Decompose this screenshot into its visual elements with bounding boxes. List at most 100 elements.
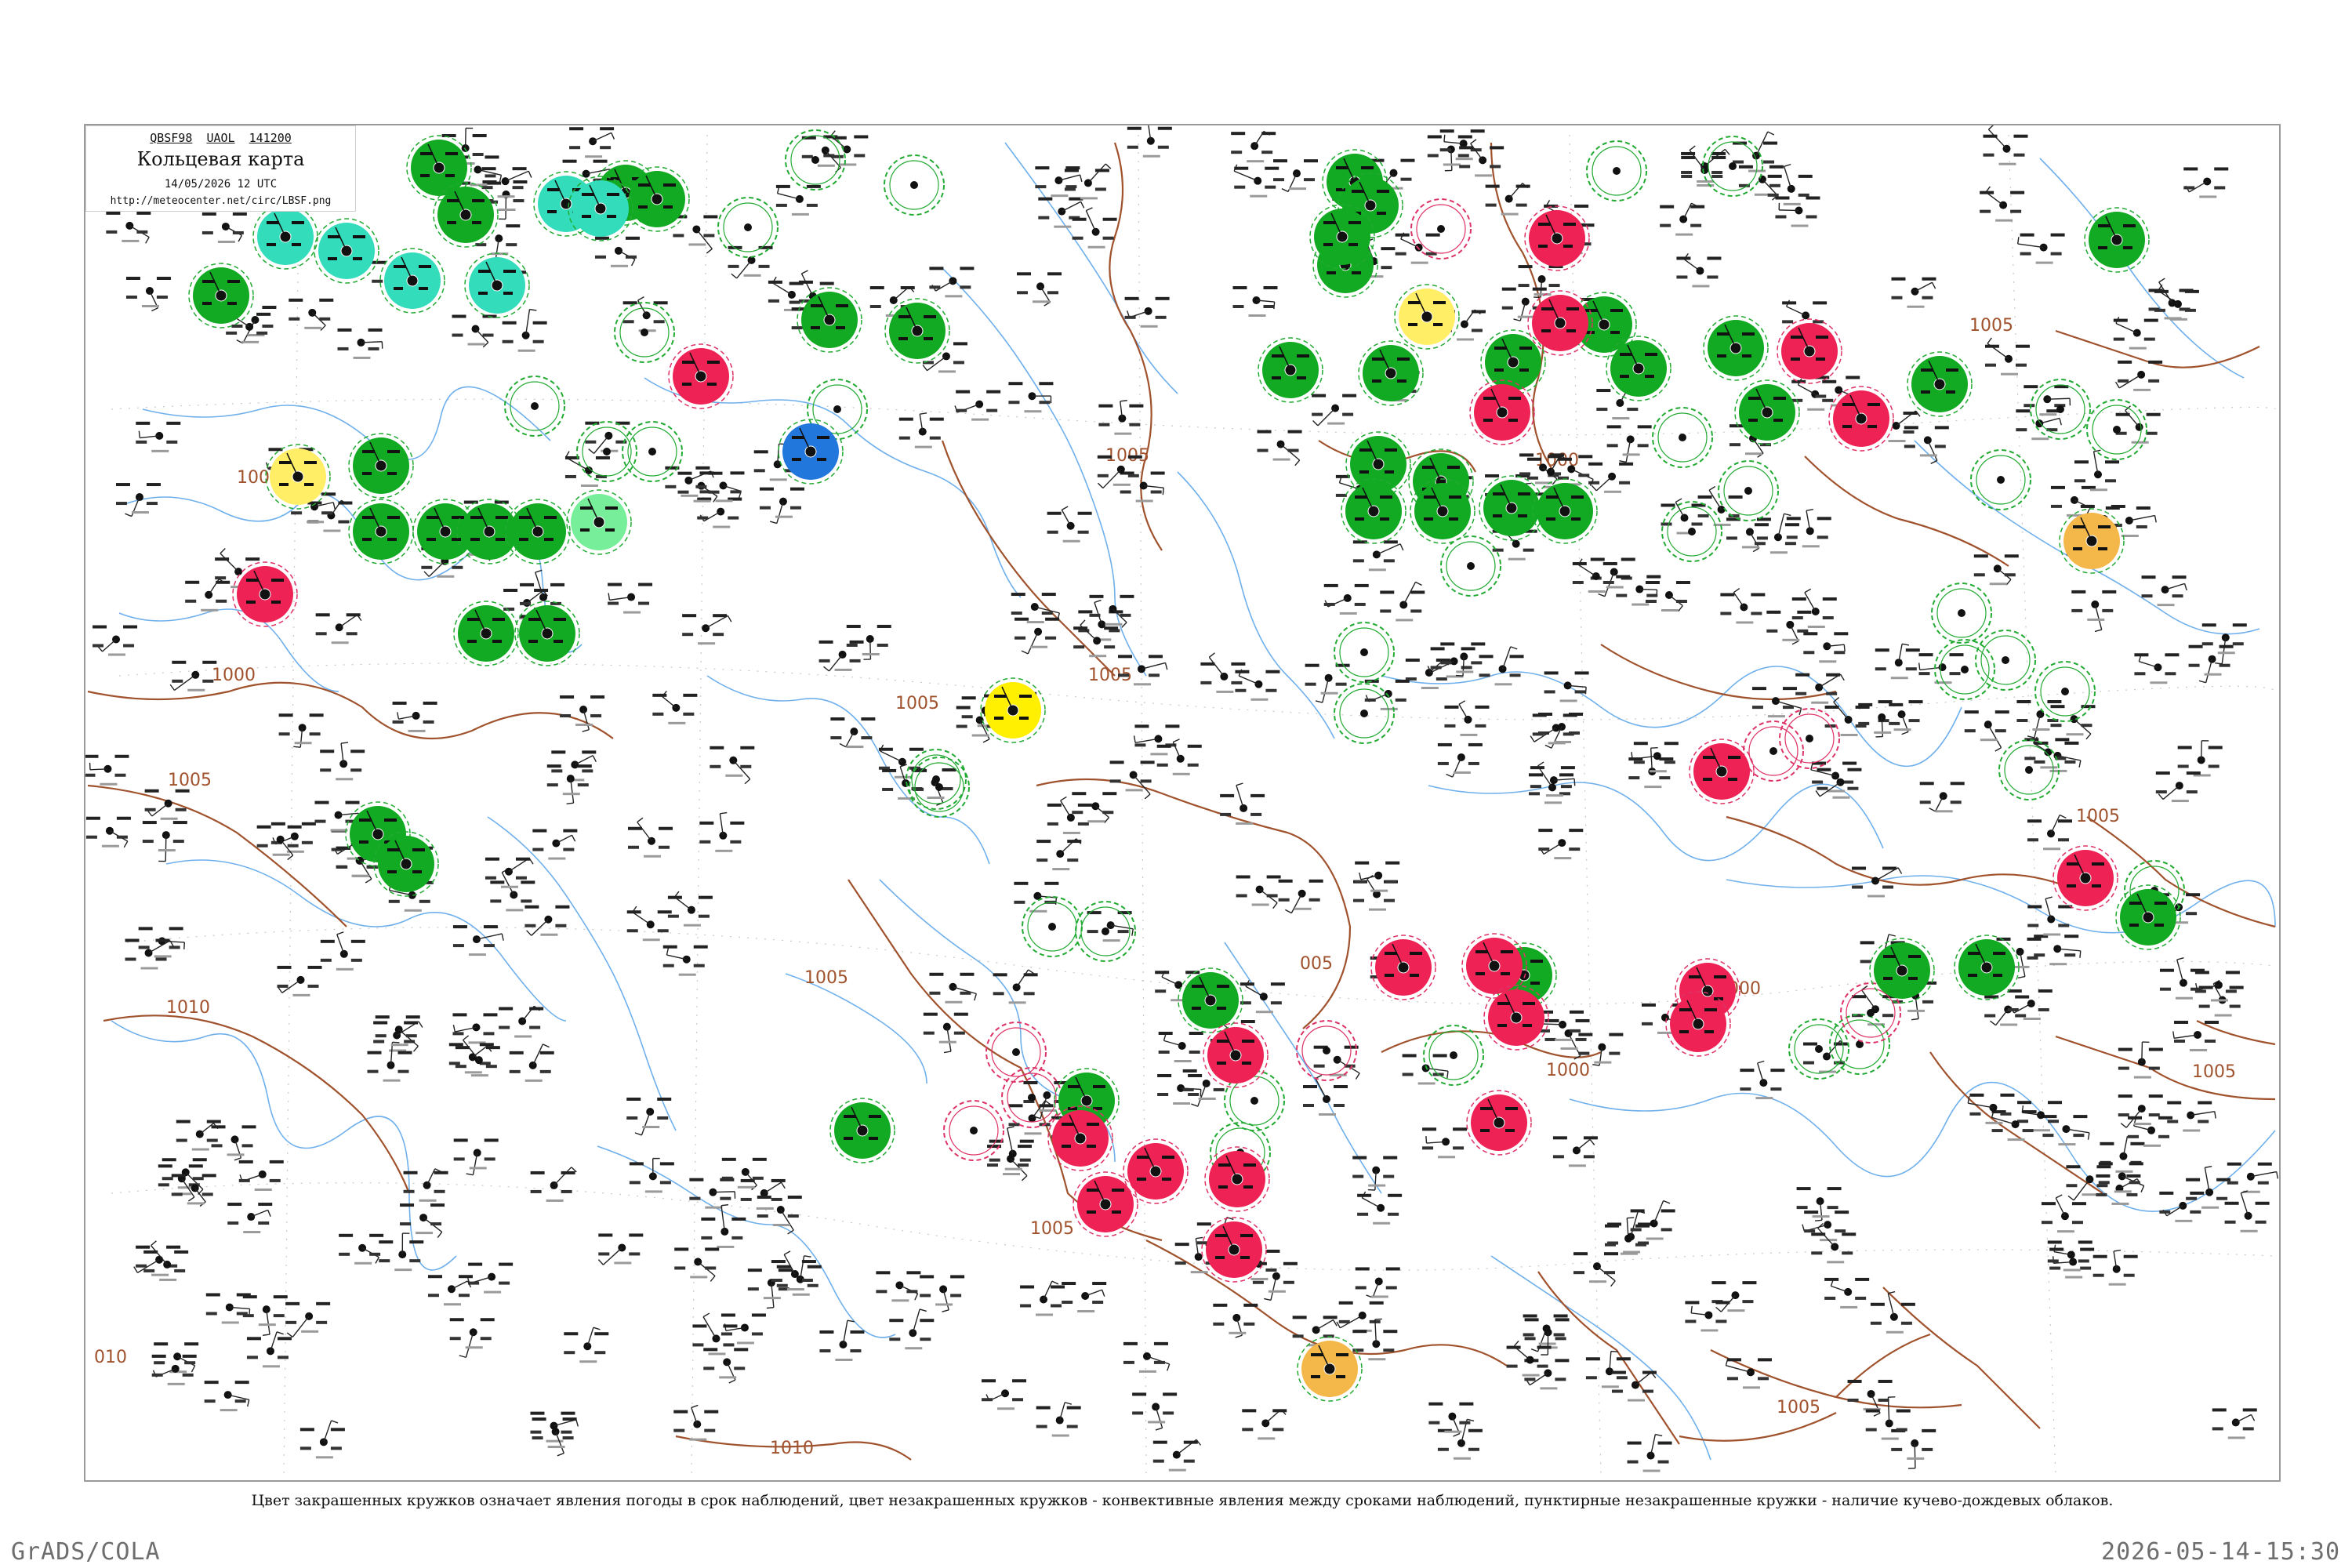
station-plot xyxy=(403,1168,448,1202)
chart-title: Кольцевая карта xyxy=(136,148,305,170)
weather-circle xyxy=(1527,290,1593,356)
bulletin-code-left: QBSF98 xyxy=(150,131,193,145)
convective-ring xyxy=(1779,708,1840,769)
station-plot xyxy=(674,1247,720,1282)
station-plot xyxy=(1803,632,1849,663)
station-plot xyxy=(876,1271,921,1302)
station-plot xyxy=(2172,1020,2220,1051)
station-plot xyxy=(1585,1350,1631,1388)
weather-circle xyxy=(1524,205,1590,271)
station-plot xyxy=(1711,1281,1757,1312)
station-plot xyxy=(1352,540,1404,572)
weather-circle xyxy=(2059,508,2125,574)
weather-circle xyxy=(1201,1217,1267,1283)
station-plot xyxy=(151,1354,197,1385)
chart-url[interactable]: http://meteocenter.net/circ/LBSF.png xyxy=(86,195,355,207)
isobar-label: 1005 xyxy=(1105,446,1149,466)
station-plot xyxy=(367,1041,412,1082)
convective-ring xyxy=(1743,720,1804,782)
station-plot xyxy=(530,1167,577,1202)
isobar-label: 1010 xyxy=(166,998,210,1018)
station-plot xyxy=(1355,861,1400,892)
station-plot xyxy=(1720,587,1766,624)
weather-circle xyxy=(453,601,519,666)
station-plot xyxy=(452,925,504,956)
weather-circle xyxy=(797,287,862,353)
station-plot xyxy=(320,742,365,781)
station-plot xyxy=(747,1269,793,1309)
station-plot xyxy=(1796,1187,1842,1221)
bulletin-code-right: 141200 xyxy=(249,131,292,145)
convective-ring xyxy=(1702,136,1763,197)
station-plot xyxy=(1336,1301,1384,1332)
weather-circle xyxy=(668,343,734,409)
convective-ring xyxy=(884,154,945,216)
convective-ring xyxy=(2034,661,2096,722)
station-plot xyxy=(1302,1074,1348,1116)
weather-circle xyxy=(1907,351,1973,417)
weather-circle xyxy=(1123,1138,1189,1204)
station-plot xyxy=(652,691,698,724)
convective-ring xyxy=(504,376,565,437)
weather-circle xyxy=(1394,284,1460,350)
weather-circle xyxy=(778,419,844,485)
weather-circle xyxy=(980,677,1046,743)
station-plot xyxy=(2050,485,2096,517)
station-plot xyxy=(1631,742,1679,773)
station-plot xyxy=(1047,506,1092,543)
station-plot xyxy=(1305,663,1350,703)
station-plot xyxy=(2212,1408,2257,1439)
station-plot xyxy=(830,717,876,749)
isobar-label: 1005 xyxy=(804,968,848,988)
station-plot xyxy=(2186,1165,2231,1209)
station-plot xyxy=(509,1044,554,1082)
station-plot xyxy=(427,1275,473,1306)
station-plot xyxy=(400,1203,445,1239)
station-plot xyxy=(2115,405,2161,444)
weather-circle xyxy=(314,218,379,284)
station-plot xyxy=(1257,430,1302,466)
station-plot xyxy=(1008,382,1054,413)
station-plot xyxy=(626,906,672,942)
station-plot xyxy=(1588,462,1634,493)
station-plot xyxy=(1036,1402,1081,1437)
station-plot xyxy=(1312,394,1357,426)
station-plot xyxy=(2016,233,2065,264)
convective-ring xyxy=(943,1100,1004,1161)
station-plot xyxy=(1156,739,1202,775)
station-plot xyxy=(629,1157,674,1193)
convective-ring xyxy=(1718,460,1779,521)
weather-circle xyxy=(1203,1022,1269,1088)
weather-circle xyxy=(379,248,445,314)
station-plot xyxy=(452,314,497,348)
weather-circle xyxy=(348,499,414,564)
weather-circle xyxy=(1665,991,1731,1057)
station-plot xyxy=(1357,1191,1403,1225)
station-plot xyxy=(1775,196,1820,227)
station-plot xyxy=(289,298,334,332)
station-plot xyxy=(2113,316,2158,350)
station-plots xyxy=(85,125,2279,1472)
station-plot xyxy=(1875,643,1920,680)
station-plot xyxy=(993,969,1038,1004)
station-plot xyxy=(227,1203,273,1234)
station-plot xyxy=(1811,1222,1857,1264)
station-plot xyxy=(125,938,175,970)
station-plot xyxy=(1630,1200,1675,1240)
map-frame: 1000 1000 1005 1010 1005 1005 1005 1005 … xyxy=(84,124,2281,1482)
station-plot xyxy=(1124,296,1170,328)
station-plot xyxy=(1072,207,1117,249)
station-plot xyxy=(889,1308,935,1350)
station-plot xyxy=(211,1125,256,1161)
isobar-label: 1000 xyxy=(212,666,256,685)
station-plot xyxy=(1786,509,1831,548)
station-plot xyxy=(1538,829,1584,860)
station-plot xyxy=(898,412,944,448)
station-plot xyxy=(878,744,924,779)
station-plot xyxy=(339,1233,384,1265)
station-plot xyxy=(1273,159,1319,193)
station-plot xyxy=(125,276,171,312)
station-plot xyxy=(1991,1110,2037,1142)
weather-circle xyxy=(1532,478,1598,544)
station-plot xyxy=(2227,1162,2279,1193)
